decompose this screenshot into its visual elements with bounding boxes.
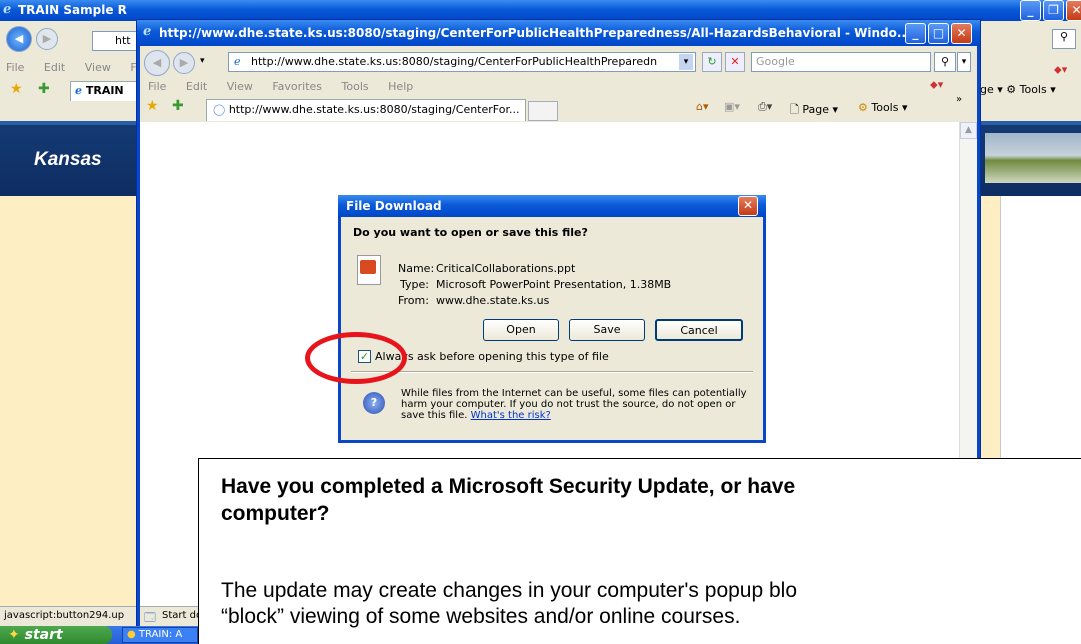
refresh-icon[interactable]: ↻ <box>702 52 722 72</box>
file-download-dialog: File Download ✕ Do you want to open or s… <box>338 195 766 443</box>
back-restore-button[interactable]: ❐ <box>1043 0 1064 21</box>
menu-edit[interactable]: Edit <box>44 61 65 74</box>
annotation-heading-2: computer? <box>221 502 330 525</box>
taskbar-item-train[interactable]: ● TRAIN: A <box>122 627 198 643</box>
chevron-more-icon[interactable]: » <box>956 94 962 105</box>
favorites-star-icon[interactable]: ★ <box>10 81 23 97</box>
front-menu-tools[interactable]: Tools <box>342 80 369 93</box>
save-button[interactable]: Save <box>569 319 645 341</box>
highlight-circle <box>305 332 407 384</box>
back-address-bar[interactable]: htt <box>92 31 142 51</box>
ppt-file-icon <box>357 255 381 285</box>
security-shield-icon: ? <box>363 392 385 414</box>
start-button[interactable]: ✦ start <box>0 626 112 644</box>
security-warning: While files from the Internet can be use… <box>401 388 753 421</box>
front-ie-icon: ℯ <box>143 24 152 39</box>
stop-icon[interactable]: ✕ <box>725 52 745 72</box>
search-go-icon[interactable]: ⚲ <box>1052 29 1076 49</box>
taskbar: ✦ start ● TRAIN: A <box>0 626 198 644</box>
back-window-title: TRAIN Sample R <box>18 3 127 17</box>
scroll-up-arrow[interactable]: ▲ <box>960 122 977 139</box>
loading-icon: ◯ <box>213 103 226 116</box>
name-label: Name: <box>398 262 435 275</box>
front-menu-edit[interactable]: Edit <box>186 80 207 93</box>
front-status-text: Start do <box>162 610 203 621</box>
history-dropdown-icon[interactable]: ▾ <box>200 56 205 66</box>
front-menubar: File Edit View Favorites Tools Help <box>148 80 429 93</box>
front-menu-file[interactable]: File <box>148 80 166 93</box>
dialog-question: Do you want to open or save this file? <box>353 226 588 239</box>
back-window-titlebar: ℯ TRAIN Sample R _ ❐ ✕ <box>0 0 1081 21</box>
back-right-toolbar: ⚲ ⬥▾ ge ▾ ⚙ Tools ▾ <box>980 29 1081 121</box>
type-value: Microsoft PowerPoint Presentation, 1.38M… <box>436 278 672 291</box>
dialog-close-button[interactable]: ✕ <box>738 196 758 216</box>
front-close-button[interactable]: ✕ <box>951 23 972 44</box>
front-forward-button[interactable]: ▶ <box>173 52 195 74</box>
add-favorite-icon[interactable]: ✚ <box>38 81 50 97</box>
front-menu-favorites[interactable]: Favorites <box>272 80 322 93</box>
print-icon[interactable]: ⎙▾ <box>758 100 772 114</box>
dialog-titlebar: File Download ✕ <box>338 195 766 217</box>
back-tab[interactable]: ℯ TRAIN <box>70 81 140 101</box>
annotation-heading: Have you completed a Microsoft Security … <box>221 475 796 498</box>
taskbar-ie-icon: ● <box>127 629 136 640</box>
feeds-icon[interactable]: ▣▾ <box>724 100 740 113</box>
home-icon[interactable]: ⌂▾ <box>696 100 709 113</box>
windows-flag-icon: ✦ <box>8 627 20 643</box>
back-close-button[interactable]: ✕ <box>1066 0 1081 21</box>
kansas-brand: Kansas <box>34 149 102 170</box>
page-icon: 🗋 <box>790 103 799 116</box>
dialog-divider <box>351 371 753 373</box>
back-nav-button[interactable]: ◀ <box>6 26 32 52</box>
menu-view[interactable]: View <box>85 61 111 74</box>
translate-icon[interactable]: ⬥▾ <box>1054 63 1067 77</box>
from-label: From: <box>398 294 429 307</box>
address-page-icon: ℯ <box>234 55 241 68</box>
address-dropdown-icon[interactable]: ▾ <box>679 54 693 70</box>
front-minimize-button[interactable]: _ <box>905 23 926 44</box>
front-window-titlebar: ℯ http://www.dhe.state.ks.us:8080/stagin… <box>137 20 980 46</box>
front-favorites-star-icon[interactable]: ★ <box>146 98 159 114</box>
new-tab-button[interactable] <box>528 101 558 121</box>
back-status-bar: javascript:button294.up <box>0 606 140 626</box>
front-menu-help[interactable]: Help <box>388 80 413 93</box>
annotation-box: Have you completed a Microsoft Security … <box>198 458 1081 644</box>
cancel-button[interactable]: Cancel <box>655 319 743 341</box>
type-label: Type: <box>400 278 429 291</box>
front-tab[interactable]: ◯ http://www.dhe.state.ks.us:8080/stagin… <box>206 99 526 121</box>
dialog-title: File Download <box>346 199 442 213</box>
security-warning-text: While files from the Internet can be use… <box>401 388 747 421</box>
front-back-button[interactable]: ◀ <box>144 50 170 76</box>
open-button[interactable]: Open <box>483 319 559 341</box>
search-icon[interactable]: ⚲ <box>934 52 956 72</box>
front-translate-icon[interactable]: ⬥▾ <box>930 78 943 92</box>
back-tools-menu[interactable]: ge ▾ ⚙ Tools ▾ <box>980 83 1056 96</box>
annotation-body: The update may create changes in your co… <box>221 579 798 602</box>
from-value: www.dhe.state.ks.us <box>436 294 550 307</box>
ie-icon: ℯ <box>3 2 12 17</box>
name-value: CriticalCollaborations.ppt <box>436 262 576 275</box>
annotation-body-2: “block” viewing of some websites and/or … <box>221 605 741 628</box>
gear-icon: ⚙ <box>858 101 868 114</box>
front-address-bar[interactable]: ℯ http://www.dhe.state.ks.us:8080/stagin… <box>228 52 696 72</box>
back-status-text: javascript:button294.up <box>4 610 125 621</box>
back-minimize-button[interactable]: _ <box>1020 0 1041 21</box>
search-input[interactable]: Google <box>751 52 931 72</box>
menu-file[interactable]: File <box>6 61 24 74</box>
banner-photo <box>985 133 1081 183</box>
front-maximize-button[interactable]: □ <box>928 23 949 44</box>
front-add-favorite-icon[interactable]: ✚ <box>172 98 184 114</box>
search-options-icon[interactable]: ▾ <box>957 52 971 72</box>
tools-menu[interactable]: ⚙ Tools ▾ <box>858 101 908 114</box>
front-toolbar: ◀ ▶ ▾ ℯ http://www.dhe.state.ks.us:8080/… <box>140 46 977 122</box>
forward-nav-button[interactable]: ▶ <box>36 28 58 50</box>
whats-the-risk-link[interactable]: What's the risk? <box>471 410 551 421</box>
front-window-title: http://www.dhe.state.ks.us:8080/staging/… <box>159 26 911 40</box>
always-ask-label[interactable]: Always ask before opening this type of f… <box>375 350 609 363</box>
page-menu[interactable]: 🗋 Page ▾ <box>790 101 838 120</box>
front-menu-view[interactable]: View <box>227 80 253 93</box>
tab-ie-icon: ℯ <box>75 84 82 97</box>
back-menubar: File Edit View F <box>6 61 153 74</box>
